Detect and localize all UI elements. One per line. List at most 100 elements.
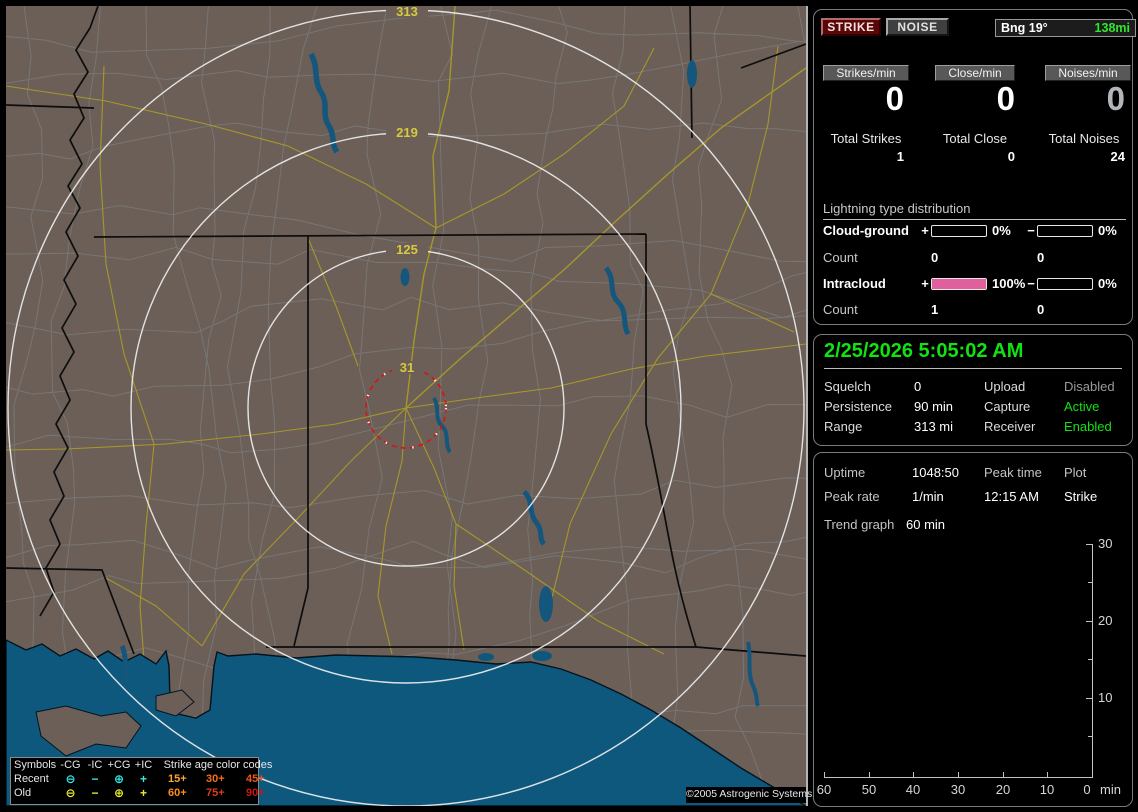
map-canvas: 313 219 125 31 bbox=[6, 6, 806, 806]
cloud-ground-row: Cloud-ground + 0% − 0% bbox=[823, 223, 1126, 238]
age-30: 30+ bbox=[206, 773, 225, 785]
status-panel: 2/25/2026 5:05:02 AM Squelch 0 Upload Di… bbox=[813, 334, 1133, 446]
age-60: 60+ bbox=[168, 787, 187, 799]
noises-per-min-value: 0 bbox=[1106, 80, 1125, 117]
peak-time-label: Peak time bbox=[984, 465, 1042, 480]
capture-value: Active bbox=[1064, 399, 1100, 414]
age-45: 45+ bbox=[246, 773, 265, 785]
persistence-value: 90 min bbox=[914, 399, 954, 414]
strikes-per-min-value: 0 bbox=[885, 80, 904, 117]
age-75: 75+ bbox=[206, 787, 225, 799]
trend-ytick-20: 20 bbox=[1098, 613, 1113, 628]
receiver-value: Enabled bbox=[1064, 419, 1112, 434]
datetime-display: 2/25/2026 5:05:02 AM bbox=[824, 340, 1122, 369]
total-close-value: 0 bbox=[1007, 149, 1015, 164]
capture-label: Capture bbox=[984, 399, 1031, 414]
squelch-label: Squelch bbox=[824, 379, 871, 394]
legend-col-pos-ic: +IC bbox=[134, 759, 153, 771]
total-noises-value: 24 bbox=[1110, 149, 1125, 164]
map-legend: Symbols -CG -IC +CG +IC Strike age color… bbox=[10, 757, 272, 805]
bearing-readout: Bng 19° 138mi bbox=[995, 19, 1136, 37]
legend-col-neg-ic: -IC bbox=[87, 759, 103, 771]
trend-xtick-60: 60 bbox=[816, 782, 832, 797]
legend-old-label: Old bbox=[14, 787, 32, 799]
trend-xtick-40: 40 bbox=[905, 782, 921, 797]
strike-mode-button[interactable]: STRIKE bbox=[821, 18, 881, 36]
ic-plus-pct: 100% bbox=[992, 276, 1026, 291]
copyright-text: ©2005 Astrogenic Systems bbox=[686, 787, 812, 803]
upload-label: Upload bbox=[984, 379, 1026, 394]
range-value: 313 mi bbox=[914, 419, 954, 434]
uptime-value: 1048:50 bbox=[912, 465, 959, 480]
trend-xtick-0: 0 bbox=[1083, 782, 1091, 797]
peak-rate-value: 1/min bbox=[912, 489, 944, 504]
old-neg-cg-icon: ⊖ bbox=[65, 786, 76, 800]
intracloud-row: Intracloud + 100% − 0% bbox=[823, 276, 1126, 291]
cg-plus-pct: 0% bbox=[992, 223, 1011, 238]
trend-y-axis bbox=[1092, 544, 1093, 778]
trend-ytick-30: 30 bbox=[1098, 536, 1113, 551]
total-noises-label: Total Noises bbox=[1048, 131, 1120, 146]
trend-x-unit: min bbox=[1100, 782, 1121, 797]
bearing-range-value: 138mi bbox=[1094, 21, 1130, 35]
legend-age-header: Strike age color codes bbox=[163, 759, 273, 771]
ring-label-125: 125 bbox=[396, 242, 418, 257]
trend-graph-label: Trend graph bbox=[824, 517, 895, 532]
legend-recent-label: Recent bbox=[14, 773, 49, 785]
intracloud-label: Intracloud bbox=[823, 276, 886, 291]
trend-panel: Uptime 1048:50 Peak time Plot Peak rate … bbox=[813, 452, 1133, 807]
age-15: 15+ bbox=[168, 773, 187, 785]
uptime-label: Uptime bbox=[824, 465, 866, 480]
app-window: 313 219 125 31 Symbols -CG -IC +CG +IC S… bbox=[0, 0, 1138, 812]
legend-symbols-label: Symbols bbox=[14, 759, 57, 771]
trend-xtick-20: 20 bbox=[995, 782, 1011, 797]
cg-minus-bar bbox=[1037, 224, 1093, 237]
range-label: Range bbox=[824, 419, 863, 434]
old-neg-ic-icon: − bbox=[91, 786, 99, 800]
plot-value: Strike bbox=[1064, 489, 1098, 504]
old-pos-ic-icon: + bbox=[139, 786, 147, 800]
total-close-label: Total Close bbox=[942, 131, 1008, 146]
persistence-label: Persistence bbox=[824, 399, 892, 414]
bearing-value: Bng 19° bbox=[1001, 21, 1048, 35]
noise-mode-button[interactable]: NOISE bbox=[886, 18, 949, 36]
plot-label: Plot bbox=[1064, 465, 1087, 480]
total-strikes-label: Total Strikes bbox=[830, 131, 902, 146]
cg-plus-count: 0 bbox=[931, 250, 939, 265]
trend-ytick-10: 10 bbox=[1098, 690, 1113, 705]
recent-pos-cg-icon: ⊕ bbox=[113, 772, 125, 786]
ring-label-219: 219 bbox=[396, 125, 418, 140]
plus-sign: + bbox=[921, 276, 929, 291]
recent-neg-ic-icon: − bbox=[91, 772, 99, 786]
distribution-title: Lightning type distribution bbox=[823, 201, 1126, 220]
strikes-per-min-label: Strikes/min bbox=[823, 65, 909, 81]
total-strikes-value: 1 bbox=[896, 149, 904, 164]
close-per-min-value: 0 bbox=[996, 80, 1015, 117]
noises-per-min-label: Noises/min bbox=[1045, 65, 1131, 81]
ic-minus-bar bbox=[1037, 277, 1093, 290]
peak-time-value: 12:15 AM bbox=[984, 489, 1039, 504]
legend-recent-row: Recent ⊖ − ⊕ + 15+ 30+ 45+ bbox=[11, 772, 265, 786]
upload-value: Disabled bbox=[1064, 379, 1115, 394]
plus-sign: + bbox=[921, 223, 929, 238]
counters-panel: STRIKE NOISE Bng 19° 138mi Strikes/min C… bbox=[813, 9, 1136, 325]
close-per-min-label: Close/min bbox=[935, 65, 1015, 81]
legend-old-row: Old ⊖ − ⊕ + 60+ 75+ 90+ bbox=[11, 786, 265, 800]
peak-rate-label: Peak rate bbox=[824, 489, 880, 504]
trend-graph-value: 60 min bbox=[906, 517, 946, 532]
cg-plus-bar bbox=[931, 224, 987, 237]
age-90: 90+ bbox=[246, 787, 265, 799]
count-label: Count bbox=[823, 250, 858, 265]
legend-col-pos-cg: +CG bbox=[107, 759, 131, 771]
old-pos-cg-icon: ⊕ bbox=[113, 786, 125, 800]
legend-col-neg-cg: -CG bbox=[60, 759, 81, 771]
lightning-map[interactable]: 313 219 125 31 bbox=[6, 6, 808, 806]
receiver-label: Receiver bbox=[984, 419, 1036, 434]
intracloud-count-row: Count 1 0 bbox=[823, 302, 1126, 317]
recent-neg-cg-icon: ⊖ bbox=[65, 772, 76, 786]
count-label: Count bbox=[823, 302, 858, 317]
recent-pos-ic-icon: + bbox=[139, 772, 147, 786]
trend-x-axis bbox=[824, 777, 1093, 778]
trend-xtick-10: 10 bbox=[1039, 782, 1055, 797]
legend-header-row: Symbols -CG -IC +CG +IC Strike age color… bbox=[11, 758, 272, 772]
